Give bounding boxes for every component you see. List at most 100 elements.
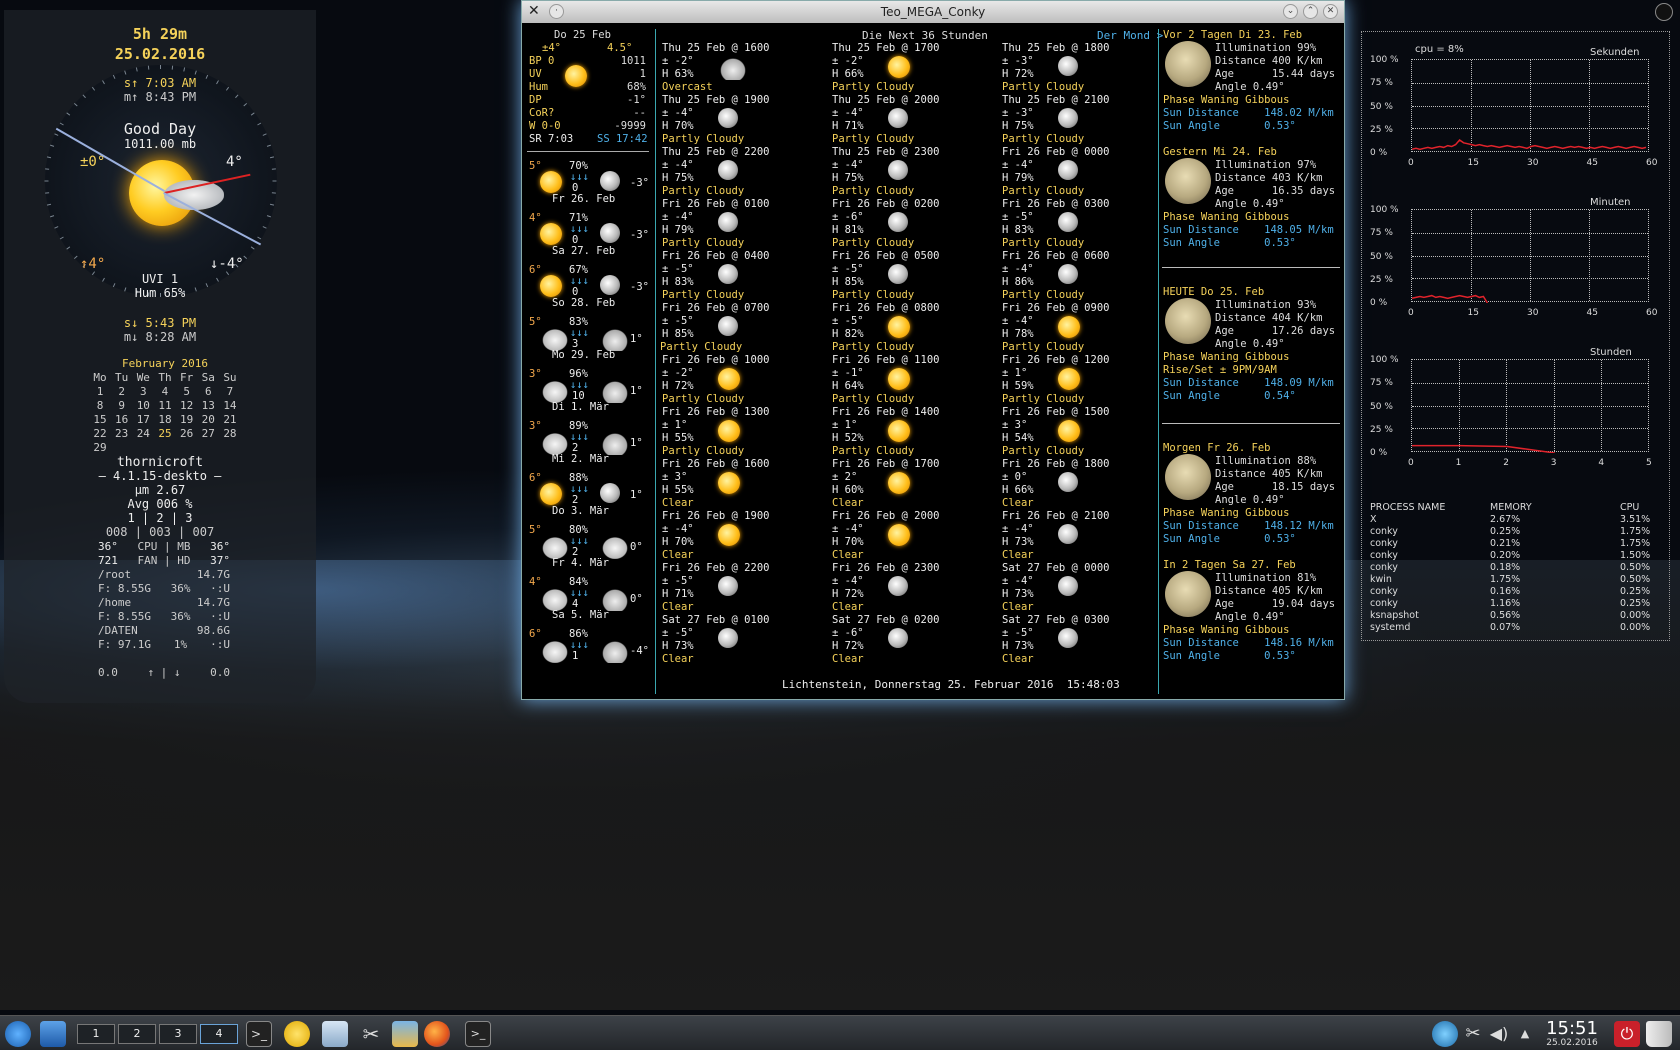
process-cell: kwin	[1370, 574, 1392, 585]
moonrise-time: m↓ 8:28 AM	[123, 330, 197, 344]
calendar-day[interactable]	[220, 441, 240, 455]
calendar-day[interactable]: 29	[90, 441, 110, 455]
calendar-day[interactable]: 19	[177, 413, 197, 427]
calendar-day[interactable]: 13	[198, 399, 218, 413]
process-row[interactable]: conky 0.25% 1.75%	[1370, 526, 1662, 538]
hour-temp: ± -5°	[662, 627, 694, 639]
calendar-day[interactable]	[155, 441, 175, 455]
system-stat-cell: 36°	[210, 540, 230, 553]
process-cell: 1.16%	[1490, 598, 1521, 609]
process-row[interactable]: conky 0.16% 0.25%	[1370, 586, 1662, 598]
calendar-day[interactable]: 22	[90, 427, 110, 441]
hour-weather-icon	[888, 108, 908, 128]
close-button[interactable]: ✕	[1323, 4, 1338, 19]
tray-expand-icon[interactable]: ▲	[1512, 1021, 1538, 1047]
process-row[interactable]: systemd 0.07% 0.00%	[1370, 622, 1662, 634]
smiley-app-icon[interactable]	[284, 1021, 310, 1047]
calendar-day[interactable]: 23	[112, 427, 132, 441]
hour-weather-icon	[718, 472, 740, 494]
terminal-icon[interactable]: >_	[246, 1021, 272, 1047]
hour-weather-icon	[718, 56, 748, 80]
hour-condition: Partly Cloudy	[832, 81, 915, 93]
process-row[interactable]: X 2.67% 3.51%	[1370, 514, 1662, 526]
calendar-day[interactable]: 21	[220, 413, 240, 427]
calendar-day[interactable]: 8	[90, 399, 110, 413]
file-manager-icon[interactable]	[322, 1021, 348, 1047]
graph-xtick: 4	[1598, 458, 1605, 468]
moon-link[interactable]: Der Mond >	[1097, 29, 1163, 42]
moon-angle: Angle 0.49°	[1215, 198, 1285, 210]
calendar-day[interactable]: 27	[198, 427, 218, 441]
taskbar-clock[interactable]: 15:51	[1542, 1018, 1602, 1039]
minimize-button[interactable]: ⌄	[1283, 4, 1298, 19]
hour-temp: ± -3°	[1002, 107, 1034, 119]
calendar-day[interactable]: 24	[133, 427, 153, 441]
desktop-3-button[interactable]: 3	[159, 1024, 197, 1044]
process-row[interactable]: conky 0.20% 1.50%	[1370, 550, 1662, 562]
desktop-1-button[interactable]: 1	[77, 1024, 115, 1044]
process-row[interactable]: conky 0.18% 0.50%	[1370, 562, 1662, 574]
process-cell: ksnapshot	[1370, 610, 1419, 621]
hour-weather-icon	[1058, 212, 1078, 232]
calendar-day[interactable]: 6	[198, 385, 218, 399]
graph-xtick: 3	[1550, 458, 1557, 468]
calendar-day[interactable]: 2	[112, 385, 132, 399]
calendar-day[interactable]: 11	[155, 399, 175, 413]
hour-time: Fri 26 Feb @ 1300	[662, 406, 770, 418]
kernel-version: — 4.1.15-deskto —	[98, 469, 222, 483]
hour-time: Fri 26 Feb @ 1900	[662, 510, 770, 522]
calendar-day[interactable]: 26	[177, 427, 197, 441]
calendar-day[interactable]: 9	[112, 399, 132, 413]
calendar-day[interactable]	[198, 441, 218, 455]
desktop-2-button[interactable]: 2	[118, 1024, 156, 1044]
hour-weather-icon	[718, 160, 738, 180]
calendar-day[interactable]: 25	[155, 427, 175, 441]
calendar-day[interactable]: 4	[155, 385, 175, 399]
process-row[interactable]: conky 0.21% 1.75%	[1370, 538, 1662, 550]
calendar-day[interactable]	[133, 441, 153, 455]
power-icon[interactable]: ⏻	[1614, 1021, 1640, 1047]
calendar-day[interactable]: 15	[90, 413, 110, 427]
firefox-icon[interactable]	[424, 1021, 450, 1047]
task-terminal-icon[interactable]: >_	[465, 1021, 491, 1047]
hour-temp: ± -6°	[832, 211, 864, 223]
window-titlebar[interactable]: ✕ · Teo_MEGA_Conky ⌄ ⌃ ✕	[522, 1, 1344, 23]
calendar-day[interactable]: 10	[133, 399, 153, 413]
calendar-day[interactable]	[177, 441, 197, 455]
sun-angle: Sun Angle 0.53°	[1163, 237, 1296, 249]
hour-temp: ± -4°	[1002, 263, 1034, 275]
calendar-day[interactable]: 12	[177, 399, 197, 413]
process-row[interactable]: conky 1.16% 0.25%	[1370, 598, 1662, 610]
calendar-day[interactable]	[112, 441, 132, 455]
calendar-day[interactable]: 17	[133, 413, 153, 427]
calendar-day[interactable]: 20	[198, 413, 218, 427]
maximize-button[interactable]: ⌃	[1303, 4, 1318, 19]
calendar-day[interactable]: 1	[90, 385, 110, 399]
calendar-day[interactable]: 16	[112, 413, 132, 427]
conky-window[interactable]: ✕ · Teo_MEGA_Conky ⌄ ⌃ ✕ Do 25 Feb ±4° 4.5…	[521, 0, 1345, 700]
today-label: DP	[529, 94, 542, 106]
process-cell: 0.50%	[1620, 574, 1651, 585]
network-tool-icon[interactable]	[392, 1021, 418, 1047]
process-row[interactable]: kwin 1.75% 0.50%	[1370, 574, 1662, 586]
graph-xtick: 15	[1467, 158, 1479, 168]
show-desktop-icon[interactable]	[40, 1021, 66, 1047]
calendar-day[interactable]: 5	[177, 385, 197, 399]
corner-activities-icon[interactable]	[1655, 3, 1673, 21]
calendar-day[interactable]: 14	[220, 399, 240, 413]
calendar-day[interactable]: 7	[220, 385, 240, 399]
kde-menu-icon[interactable]	[5, 1021, 31, 1047]
desktop-4-button[interactable]: 4	[200, 1024, 238, 1044]
calendar-day[interactable]: 18	[155, 413, 175, 427]
hour-temp: ± 3°	[1002, 419, 1028, 431]
volume-tray-icon[interactable]: ◀)	[1486, 1021, 1512, 1047]
calendar-day[interactable]: 28	[220, 427, 240, 441]
klipper-tray-icon[interactable]: ✂	[1460, 1021, 1486, 1047]
network-tray-icon[interactable]	[1432, 1021, 1458, 1047]
graph-plot	[1412, 294, 1489, 303]
hour-temp: ± 0°	[1002, 471, 1028, 483]
settings-tools-icon[interactable]: ✂	[358, 1021, 384, 1047]
calendar-day[interactable]: 3	[133, 385, 153, 399]
process-row[interactable]: ksnapshot 0.56% 0.00%	[1370, 610, 1662, 622]
trash-icon[interactable]	[1646, 1021, 1672, 1047]
